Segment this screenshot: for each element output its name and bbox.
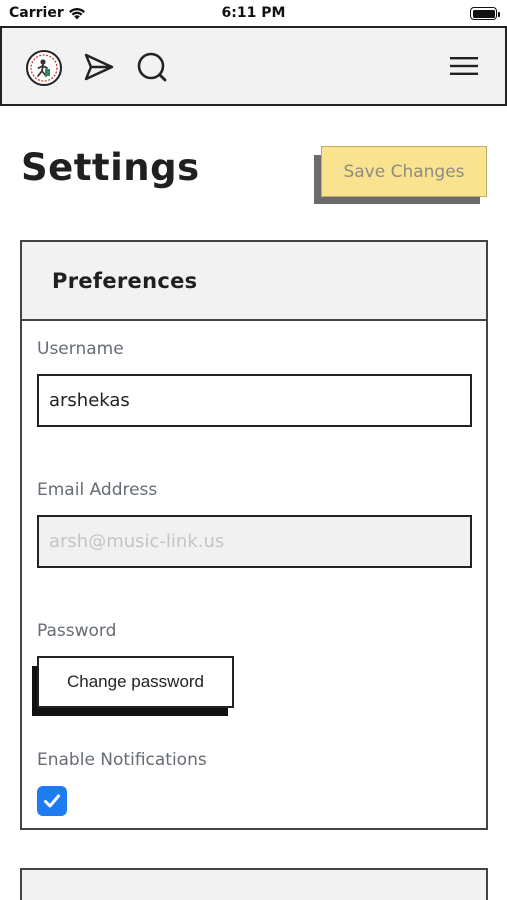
username-label: Username: [37, 339, 124, 359]
email-label: Email Address: [37, 480, 158, 500]
checkmark-icon: [44, 794, 60, 808]
username-input[interactable]: arshekas: [37, 374, 472, 427]
email-input: arsh@music-link.us: [37, 515, 472, 568]
email-value: arsh@music-link.us: [49, 531, 225, 552]
logo-icon: [30, 54, 58, 82]
notifications-checkbox[interactable]: [37, 786, 67, 816]
notifications-label: Enable Notifications: [37, 750, 207, 770]
clock: 6:11 PM: [221, 5, 286, 21]
change-password-button[interactable]: Change password: [37, 656, 234, 708]
battery-icon: [470, 7, 500, 20]
profile-logo[interactable]: [26, 50, 62, 86]
password-label: Password: [37, 621, 117, 641]
status-bar: Carrier 6:11 PM: [0, 0, 507, 26]
preferences-title: Preferences: [52, 268, 198, 293]
page-title: Settings: [21, 146, 200, 189]
preferences-card: Preferences Username arshekas Email Addr…: [20, 240, 488, 830]
preferences-header: Preferences: [22, 242, 486, 321]
menu-icon[interactable]: [449, 54, 479, 78]
top-navbar: [0, 26, 507, 106]
search-icon[interactable]: [135, 50, 169, 84]
username-value: arshekas: [49, 390, 130, 411]
save-changes-button[interactable]: Save Changes: [321, 146, 487, 197]
send-icon[interactable]: [82, 50, 116, 84]
next-section-card: [20, 868, 488, 900]
